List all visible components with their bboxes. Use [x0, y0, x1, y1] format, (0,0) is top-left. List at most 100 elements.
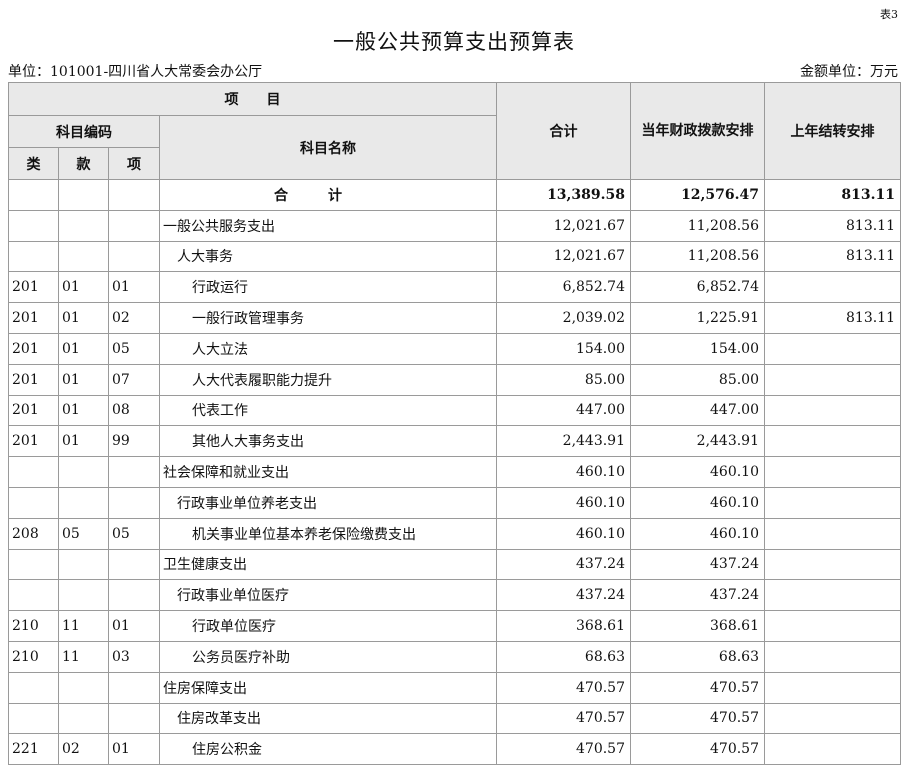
cell-carryover: 813.11 — [764, 302, 901, 334]
cell-kuan — [58, 702, 109, 735]
cell-current: 11,208.56 — [630, 209, 765, 242]
cell-kuan: 01 — [58, 332, 109, 365]
cell-subject-name: 机关事业单位基本养老保险缴费支出 — [159, 517, 497, 550]
cell-current: 470.57 — [630, 702, 765, 735]
cell-subject-name: 卫生健康支出 — [159, 548, 497, 581]
cell-current: 2,443.91 — [630, 425, 765, 458]
cell-kuan: 11 — [58, 640, 109, 673]
cell-lei — [8, 702, 59, 735]
cell-kuan — [58, 486, 109, 519]
cell-total: 68.63 — [496, 640, 631, 673]
cell-xiang: 05 — [108, 517, 160, 550]
cell-current: 437.24 — [630, 579, 765, 612]
cell-subject-name: 行政单位医疗 — [159, 610, 497, 642]
header-carryover: 上年结转安排 — [764, 82, 901, 180]
cell-subject-name: 其他人大事务支出 — [159, 425, 497, 458]
cell-carryover — [764, 579, 901, 612]
cell-current: 6,852.74 — [630, 271, 765, 304]
table-row: 210 11 03 公务员医疗补助 68.63 68.63 — [8, 640, 901, 673]
cell-xiang: 07 — [108, 363, 160, 396]
header-xiang: 项 — [108, 147, 160, 180]
cell-carryover — [764, 363, 901, 396]
cell-total: 12,021.67 — [496, 240, 631, 273]
cell-carryover — [764, 671, 901, 704]
table-number: 表3 — [880, 8, 898, 21]
cell-kuan — [58, 671, 109, 704]
total-cell-xiang — [108, 179, 160, 211]
cell-kuan: 01 — [58, 425, 109, 458]
cell-carryover — [764, 640, 901, 673]
table-row: 201 01 99 其他人大事务支出 2,443.91 2,443.91 — [8, 425, 901, 458]
cell-total: 2,443.91 — [496, 425, 631, 458]
cell-lei: 201 — [8, 394, 59, 427]
header-project: 项 目 — [8, 82, 497, 116]
cell-subject-name: 人大事务 — [159, 240, 497, 273]
table-row: 住房保障支出 470.57 470.57 — [8, 671, 901, 704]
unit-label: 单位：101001-四川省人大常委会办公厅 — [8, 64, 263, 80]
cell-kuan — [58, 240, 109, 273]
table-row: 行政事业单位养老支出 460.10 460.10 — [8, 486, 901, 519]
header-kuan: 款 — [58, 147, 109, 180]
budget-table: 项 目 合计 当年财政拨款安排 上年结转安排 科目编码 科目名称 类 款 项 合… — [8, 82, 901, 766]
cell-subject-name: 社会保障和就业支出 — [159, 456, 497, 488]
table-row: 201 01 08 代表工作 447.00 447.00 — [8, 394, 901, 427]
cell-total: 6,852.74 — [496, 271, 631, 304]
cell-current: 460.10 — [630, 517, 765, 550]
cell-current: 437.24 — [630, 548, 765, 581]
cell-current: 68.63 — [630, 640, 765, 673]
cell-current: 154.00 — [630, 332, 765, 365]
table-row: 208 05 05 机关事业单位基本养老保险缴费支出 460.10 460.10 — [8, 517, 901, 550]
cell-carryover: 813.11 — [764, 209, 901, 242]
cell-xiang: 01 — [108, 733, 160, 766]
total-current: 12,576.47 — [630, 179, 765, 211]
cell-xiang: 08 — [108, 394, 160, 427]
cell-lei: 201 — [8, 363, 59, 396]
table-row: 行政事业单位医疗 437.24 437.24 — [8, 579, 901, 612]
cell-subject-name: 住房公积金 — [159, 733, 497, 766]
total-carryover: 813.11 — [764, 179, 901, 211]
cell-carryover — [764, 271, 901, 304]
table-row: 住房改革支出 470.57 470.57 — [8, 702, 901, 735]
cell-xiang: 01 — [108, 610, 160, 642]
table-row: 210 11 01 行政单位医疗 368.61 368.61 — [8, 610, 901, 642]
cell-xiang: 01 — [108, 271, 160, 304]
cell-total: 447.00 — [496, 394, 631, 427]
cell-xiang — [108, 702, 160, 735]
cell-current: 11,208.56 — [630, 240, 765, 273]
cell-subject-name: 一般公共服务支出 — [159, 209, 497, 242]
header-subject-code: 科目编码 — [8, 115, 160, 148]
cell-xiang: 02 — [108, 302, 160, 334]
cell-current: 460.10 — [630, 486, 765, 519]
cell-current: 470.57 — [630, 733, 765, 766]
table-row: 201 01 02 一般行政管理事务 2,039.02 1,225.91 813.11 — [8, 302, 901, 334]
cell-kuan — [58, 209, 109, 242]
cell-carryover: 813.11 — [764, 240, 901, 273]
cell-kuan — [58, 456, 109, 488]
cell-carryover — [764, 733, 901, 766]
cell-total: 460.10 — [496, 486, 631, 519]
page-title: 一般公共预算支出预算表 — [333, 30, 575, 54]
cell-total: 437.24 — [496, 579, 631, 612]
cell-total: 470.57 — [496, 733, 631, 766]
cell-subject-name: 住房保障支出 — [159, 671, 497, 704]
header-subject-name: 科目名称 — [159, 115, 497, 180]
cell-lei — [8, 486, 59, 519]
cell-carryover — [764, 610, 901, 642]
cell-lei: 201 — [8, 271, 59, 304]
table-body: 合计 13,389.58 12,576.47 813.11 一般公共服务支出 12… — [8, 179, 901, 766]
cell-total: 470.57 — [496, 671, 631, 704]
cell-total: 460.10 — [496, 456, 631, 488]
table-row: 卫生健康支出 437.24 437.24 — [8, 548, 901, 581]
cell-kuan: 01 — [58, 271, 109, 304]
cell-lei: 201 — [8, 425, 59, 458]
table-row: 一般公共服务支出 12,021.67 11,208.56 813.11 — [8, 209, 901, 242]
cell-lei: 201 — [8, 302, 59, 334]
cell-carryover — [764, 486, 901, 519]
cell-xiang — [108, 548, 160, 581]
cell-lei — [8, 579, 59, 612]
cell-current: 470.57 — [630, 671, 765, 704]
cell-kuan: 02 — [58, 733, 109, 766]
cell-xiang — [108, 579, 160, 612]
cell-xiang — [108, 209, 160, 242]
total-cell-kuan — [58, 179, 109, 211]
